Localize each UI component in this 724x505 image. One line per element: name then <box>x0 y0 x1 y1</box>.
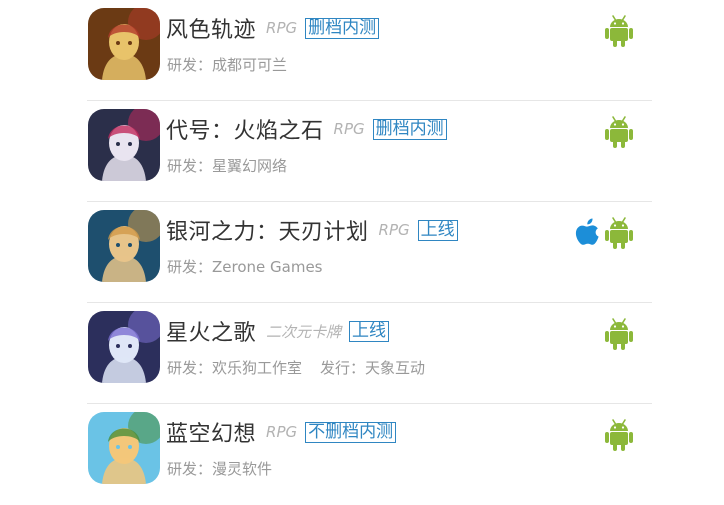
developer-text: 研发：欢乐狗工作室 <box>167 359 303 377</box>
game-icon[interactable] <box>88 412 160 484</box>
platform-icons <box>604 115 634 149</box>
status-badge: 删档内测 <box>305 17 380 39</box>
platform-icons <box>604 317 634 351</box>
android-icon[interactable] <box>604 418 634 452</box>
android-icon[interactable] <box>604 317 634 351</box>
genre-label: RPG <box>266 19 298 37</box>
genre-label: RPG <box>378 221 410 239</box>
android-icon[interactable] <box>604 216 634 250</box>
genre-label: RPG <box>333 120 365 138</box>
developer-text: 研发：漫灵软件 <box>167 460 273 478</box>
genre-label: 二次元卡牌 <box>266 322 342 341</box>
title-line: 星火之歌 二次元卡牌 上线 <box>166 315 390 347</box>
game-artwork <box>88 311 160 383</box>
game-list: 风色轨迹 RPG 删档内测 研发：成都可可兰 代号：火焰之石 RPG 删档内测 … <box>87 0 652 505</box>
list-item[interactable]: 星火之歌 二次元卡牌 上线 研发：欢乐狗工作室 发行：天象互动 <box>87 303 652 404</box>
developer-text: 研发：成都可可兰 <box>167 56 288 74</box>
title-line: 蓝空幻想 RPG 不删档内测 <box>166 416 397 448</box>
game-artwork <box>88 210 160 282</box>
platform-icons <box>604 14 634 48</box>
list-item[interactable]: 银河之力：天刃计划 RPG 上线 研发：Zerone Games <box>87 202 652 303</box>
list-item[interactable]: 风色轨迹 RPG 删档内测 研发：成都可可兰 <box>87 0 652 101</box>
platform-icons <box>572 216 634 250</box>
credits: 研发：欢乐狗工作室 发行：天象互动 <box>167 357 425 378</box>
genre-label: RPG <box>266 423 298 441</box>
credits: 研发：Zerone Games <box>167 256 341 277</box>
android-icon[interactable] <box>604 14 634 48</box>
game-name[interactable]: 银河之力：天刃计划 <box>166 214 369 246</box>
title-line: 银河之力：天刃计划 RPG 上线 <box>166 214 458 246</box>
list-item[interactable]: 蓝空幻想 RPG 不删档内测 研发：漫灵软件 <box>87 404 652 505</box>
game-icon[interactable] <box>88 109 160 181</box>
status-badge: 上线 <box>417 219 458 241</box>
game-icon[interactable] <box>88 210 160 282</box>
game-artwork <box>88 8 160 80</box>
game-artwork <box>88 109 160 181</box>
game-name[interactable]: 代号：火焰之石 <box>166 113 324 145</box>
title-line: 代号：火焰之石 RPG 删档内测 <box>166 113 447 145</box>
credits: 研发：漫灵软件 <box>167 458 290 479</box>
android-icon[interactable] <box>604 115 634 149</box>
credits: 研发：成都可可兰 <box>167 54 305 75</box>
developer-text: 研发：Zerone Games <box>167 258 323 276</box>
game-name[interactable]: 风色轨迹 <box>166 12 256 44</box>
status-badge: 删档内测 <box>372 118 447 140</box>
status-badge: 上线 <box>349 320 390 342</box>
developer-text: 研发：星翼幻网络 <box>167 157 288 175</box>
publisher-text: 发行：天象互动 <box>320 359 426 377</box>
game-name[interactable]: 星火之歌 <box>166 315 256 347</box>
list-item[interactable]: 代号：火焰之石 RPG 删档内测 研发：星翼幻网络 <box>87 101 652 202</box>
platform-icons <box>604 418 634 452</box>
game-name[interactable]: 蓝空幻想 <box>166 416 256 448</box>
game-icon[interactable] <box>88 311 160 383</box>
status-badge: 不删档内测 <box>305 421 397 443</box>
credits: 研发：星翼幻网络 <box>167 155 305 176</box>
title-line: 风色轨迹 RPG 删档内测 <box>166 12 380 44</box>
game-artwork <box>88 412 160 484</box>
apple-icon[interactable] <box>572 216 602 250</box>
game-icon[interactable] <box>88 8 160 80</box>
